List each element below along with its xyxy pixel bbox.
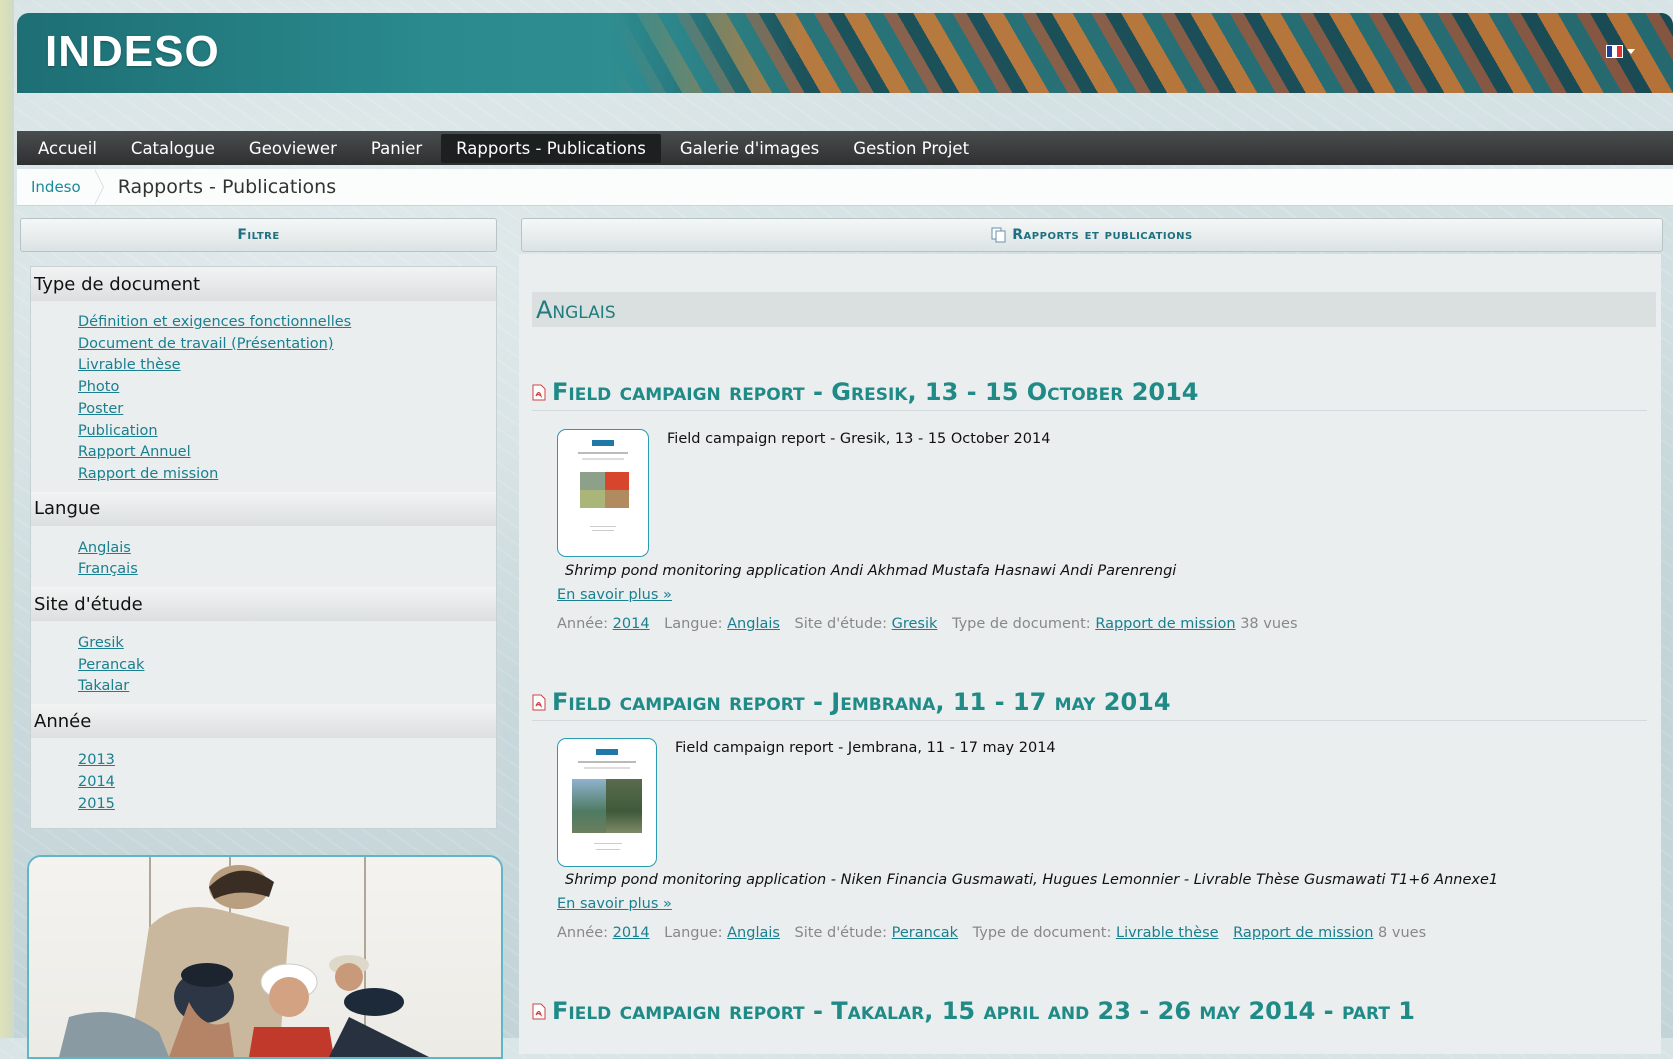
read-more-link[interactable]: En savoir plus »: [557, 896, 672, 912]
publication-item: Field campaign report - Gresik, 13 - 15 …: [532, 378, 1656, 632]
pdf-icon[interactable]: [532, 694, 546, 711]
meta-year-link[interactable]: 2014: [613, 925, 650, 941]
facet-link-type-rapport-mission[interactable]: Rapport de mission: [78, 466, 218, 482]
facet-link-annee-2013[interactable]: 2013: [78, 752, 115, 768]
publication-abstract: Shrimp pond monitoring application - Nik…: [565, 872, 1499, 888]
meta-type-link[interactable]: Rapport de mission: [1233, 925, 1373, 941]
publication-meta: Année: 2014 Langue: Anglais Site d'étude…: [557, 925, 1426, 941]
meta-label-year: Année:: [557, 925, 609, 941]
meta-lang-link[interactable]: Anglais: [727, 616, 780, 632]
chevron-down-icon: [1627, 49, 1635, 54]
meta-label-site: Site d'étude:: [794, 616, 887, 632]
facet-title-annee: Année: [31, 704, 496, 739]
meta-label-site: Site d'étude:: [794, 925, 887, 941]
nav-item-catalogue[interactable]: Catalogue: [116, 134, 230, 163]
publication-item: Field campaign report - Takalar, 15 apri…: [532, 997, 1656, 1029]
facet-title-langue: Langue: [31, 491, 496, 526]
facet-link-type-photo[interactable]: Photo: [78, 379, 119, 395]
main-nav: Accueil Catalogue Geoviewer Panier Rappo…: [17, 131, 1673, 165]
meta-label-lang: Langue:: [664, 925, 723, 941]
breadcrumb: Indeso Rapports - Publications: [17, 169, 1673, 206]
meta-type-link[interactable]: Livrable thèse: [1116, 925, 1219, 941]
facet-link-langue-anglais[interactable]: Anglais: [78, 540, 131, 556]
pdf-icon[interactable]: [532, 1003, 546, 1020]
nav-item-geoviewer[interactable]: Geoviewer: [234, 134, 352, 163]
meta-type-link[interactable]: Rapport de mission: [1095, 616, 1235, 632]
nav-item-accueil[interactable]: Accueil: [23, 134, 112, 163]
publication-caption: Field campaign report - Gresik, 13 - 15 …: [667, 431, 1051, 447]
read-more-link[interactable]: En savoir plus »: [557, 587, 672, 603]
nav-item-galerie[interactable]: Galerie d'images: [665, 134, 834, 163]
breadcrumb-separator: [93, 169, 104, 205]
nav-item-gestion-projet[interactable]: Gestion Projet: [838, 134, 984, 163]
facet-link-type-publication[interactable]: Publication: [78, 423, 158, 439]
meta-label-type: Type de document:: [972, 925, 1112, 941]
facet-link-type-rapport-annuel[interactable]: Rapport Annuel: [78, 444, 191, 460]
publication-abstract: Shrimp pond monitoring application Andi …: [565, 563, 1177, 579]
satellite-imagery: [613, 13, 1673, 93]
language-selector[interactable]: [1606, 45, 1635, 58]
publications-panel-header: Rapports et publications: [521, 218, 1663, 252]
publication-meta: Année: 2014 Langue: Anglais Site d'étude…: [557, 616, 1298, 632]
publication-thumbnail[interactable]: [557, 429, 649, 557]
facet-link-type-definition[interactable]: Définition et exigences fonctionnelles: [78, 314, 351, 330]
french-flag-icon: [1606, 45, 1623, 58]
meta-site-link[interactable]: Gresik: [892, 616, 938, 632]
meta-label-type: Type de document:: [952, 616, 1091, 632]
publication-title-link[interactable]: Field campaign report - Gresik, 13 - 15 …: [552, 378, 1199, 406]
filter-panel-header: Filtre: [20, 218, 497, 252]
page-edge: [0, 0, 14, 1038]
facet-title-type: Type de document: [31, 267, 496, 301]
meta-label-year: Année:: [557, 616, 609, 632]
publication-title-link[interactable]: Field campaign report - Jembrana, 11 - 1…: [552, 688, 1171, 716]
meta-site-link[interactable]: Perancak: [892, 925, 958, 941]
facet-link-langue-francais[interactable]: Français: [78, 561, 138, 577]
publication-title-link[interactable]: Field campaign report - Takalar, 15 apri…: [552, 997, 1415, 1025]
facet-link-site-takalar[interactable]: Takalar: [78, 678, 129, 694]
header-banner: INDESO: [17, 13, 1673, 93]
documents-icon: [991, 227, 1006, 243]
breadcrumb-current: Rapports - Publications: [117, 176, 337, 198]
facet-link-type-document-travail[interactable]: Document de travail (Présentation): [78, 336, 334, 352]
nav-item-panier[interactable]: Panier: [356, 134, 437, 163]
filter-title: Filtre: [237, 227, 280, 243]
meta-lang-link[interactable]: Anglais: [727, 925, 780, 941]
pdf-icon[interactable]: [532, 384, 546, 401]
publication-thumbnail[interactable]: [557, 738, 657, 867]
view-count: 8 vues: [1378, 925, 1427, 941]
facet-link-type-poster[interactable]: Poster: [78, 401, 123, 417]
section-title-anglais: Anglais: [532, 292, 1656, 327]
breadcrumb-home-link[interactable]: Indeso: [17, 178, 95, 196]
facet-link-site-gresik[interactable]: Gresik: [78, 635, 124, 651]
facet-title-site: Site d'étude: [31, 587, 496, 622]
publications-panel-title: Rapports et publications: [1012, 227, 1193, 243]
nav-item-rapports-publications[interactable]: Rapports - Publications: [441, 133, 661, 163]
filter-panel: Type de document Définition et exigences…: [30, 266, 497, 829]
field-photo: [27, 855, 503, 1059]
facet-link-type-livrable-these[interactable]: Livrable thèse: [78, 357, 181, 373]
view-count: 38 vues: [1240, 616, 1298, 632]
publication-caption: Field campaign report - Jembrana, 11 - 1…: [675, 740, 1056, 756]
site-logo[interactable]: INDESO: [45, 27, 220, 77]
publication-item: Field campaign report - Jembrana, 11 - 1…: [532, 688, 1656, 941]
meta-year-link[interactable]: 2014: [613, 616, 650, 632]
facet-link-annee-2014[interactable]: 2014: [78, 774, 115, 790]
meta-label-lang: Langue:: [664, 616, 723, 632]
facet-link-annee-2015[interactable]: 2015: [78, 796, 115, 812]
field-team-illustration: [59, 865, 429, 1057]
facet-link-site-perancak[interactable]: Perancak: [78, 657, 144, 673]
